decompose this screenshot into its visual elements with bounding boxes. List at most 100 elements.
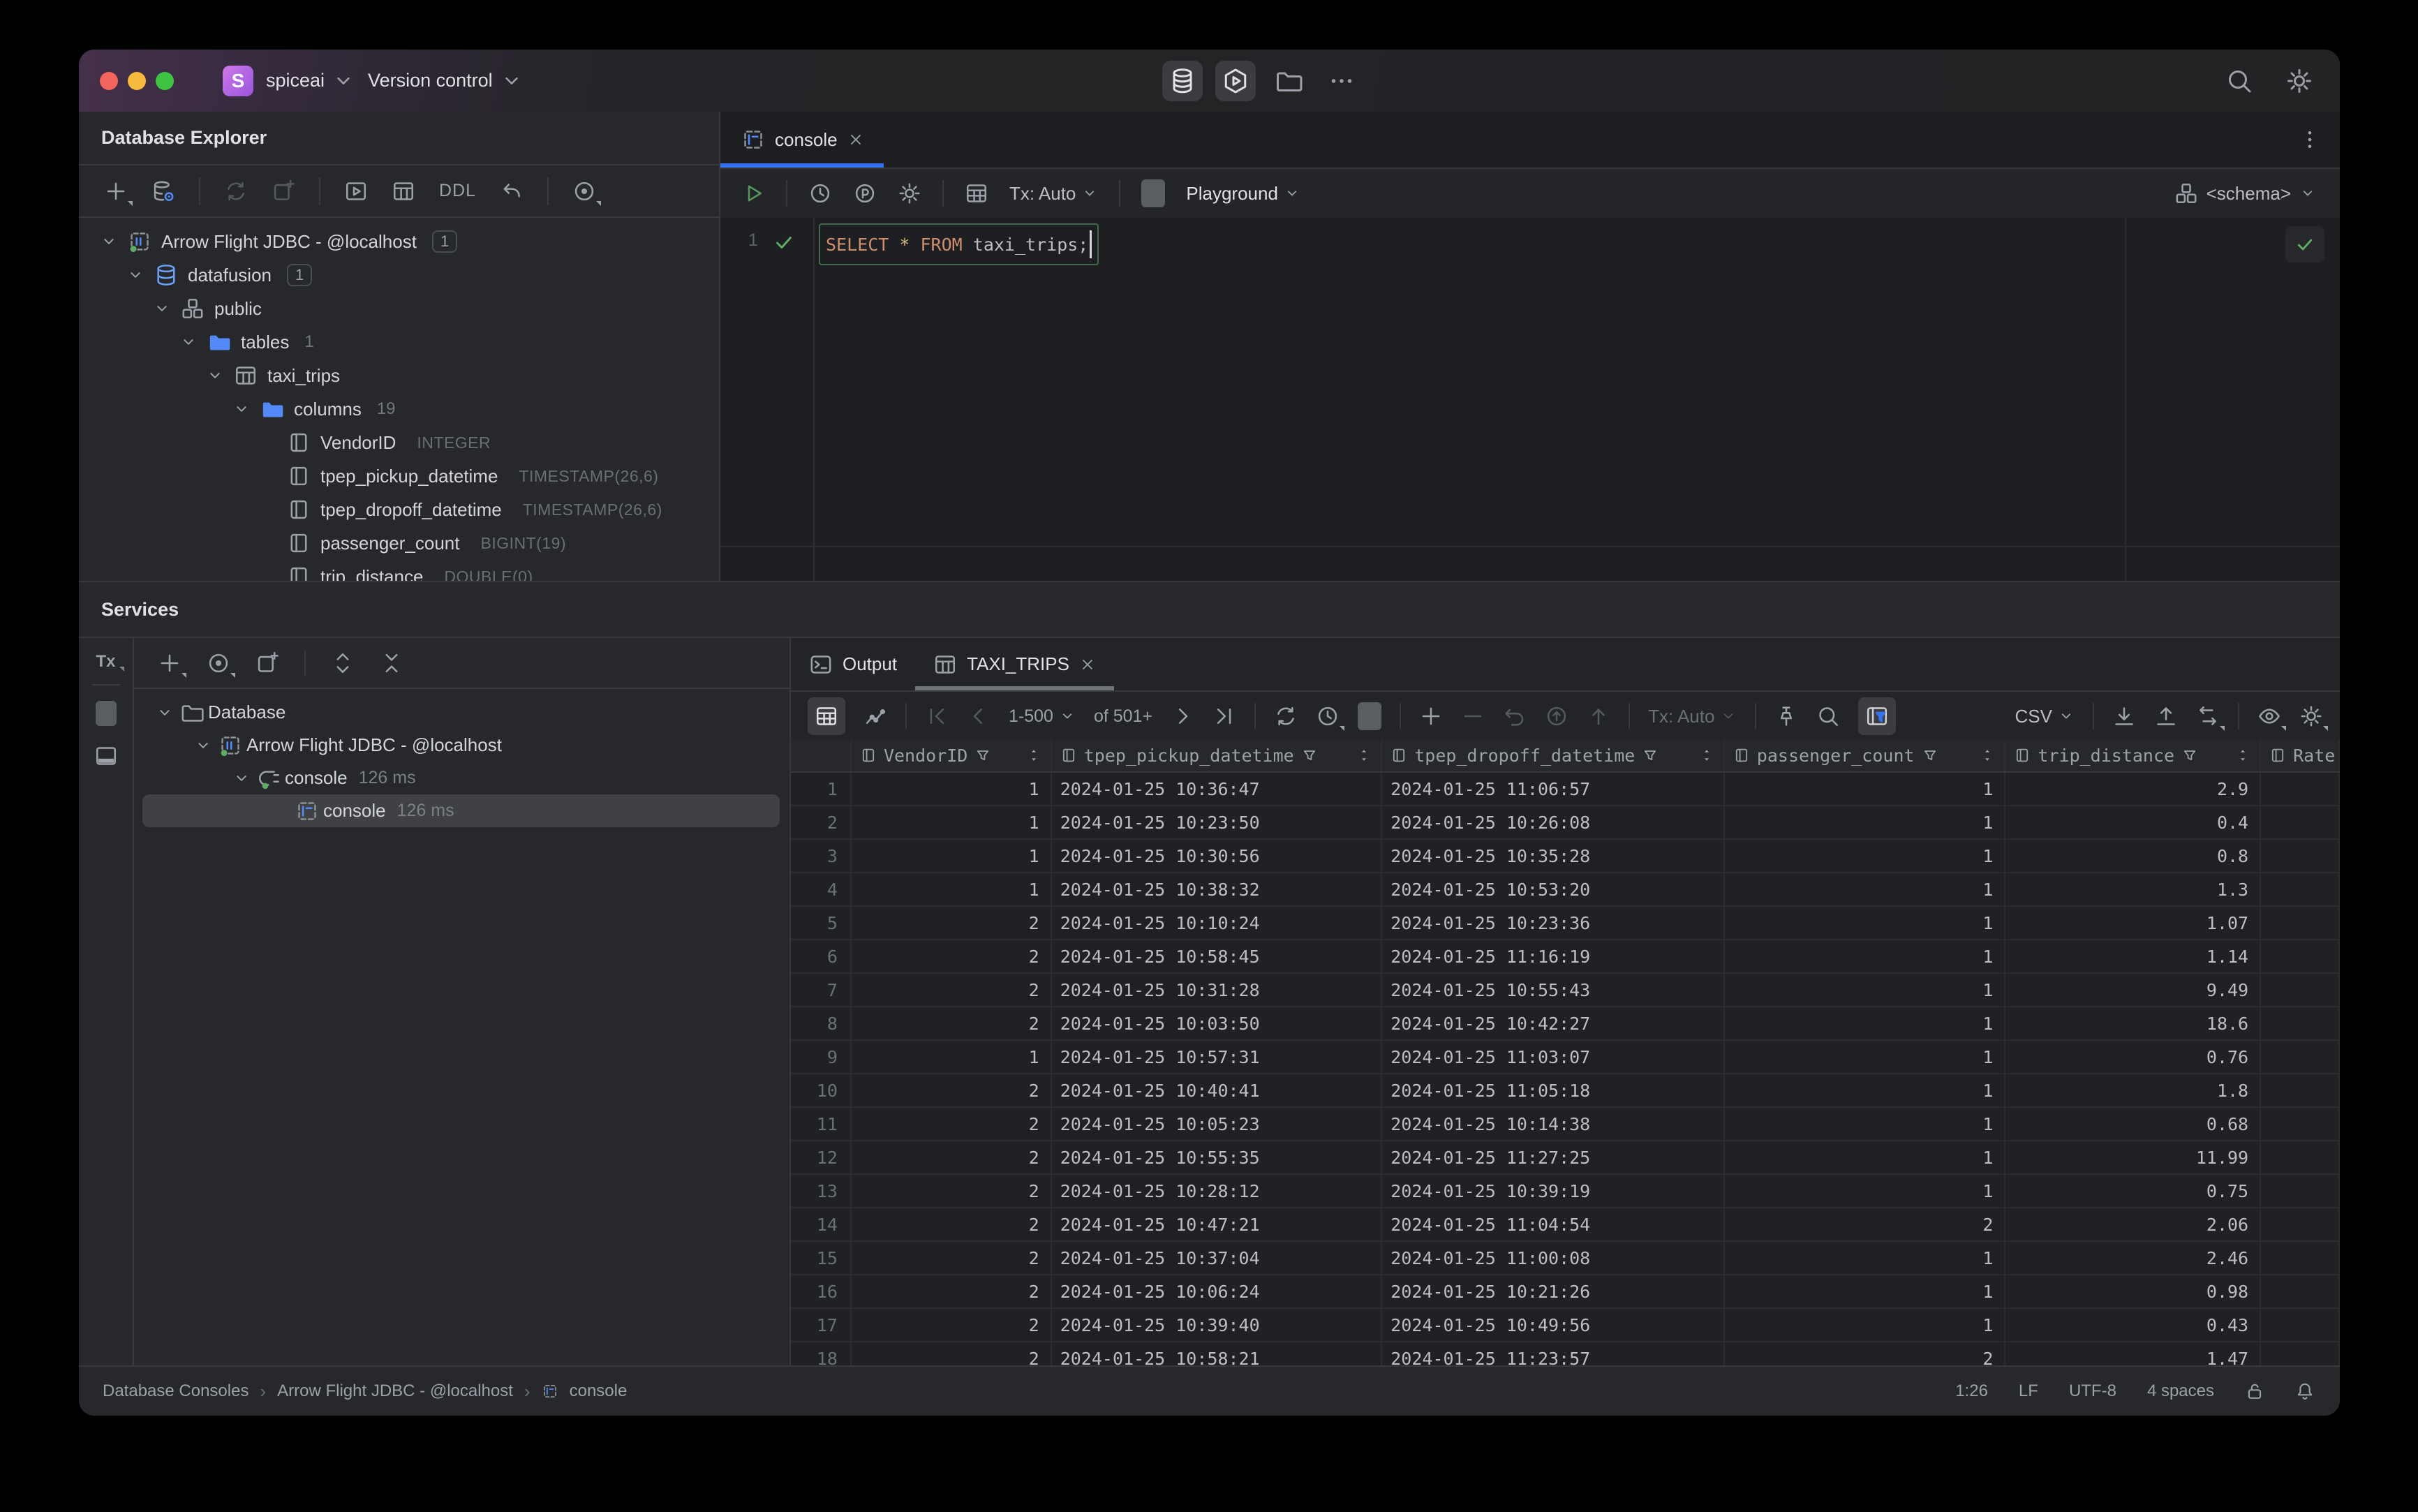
tx-strip-button[interactable]: Tx	[96, 652, 124, 672]
table-cell[interactable]: 0.76	[2005, 1041, 2262, 1073]
table-cell[interactable]: 2024-01-25 10:53:20	[1382, 873, 1725, 905]
filter-funnel-icon[interactable]	[1922, 747, 1938, 764]
line-ending[interactable]: LF	[2019, 1381, 2038, 1401]
more-actions-button[interactable]	[1321, 61, 1362, 101]
explorer-tree-item-tpep-pickup-datetime[interactable]: tpep_pickup_datetime TIMESTAMP(26,6)	[79, 459, 719, 493]
table-cell[interactable]: 1	[1725, 840, 2006, 872]
table-cell[interactable]: 1	[1725, 1175, 2006, 1207]
services-tree-item-arrow-flight-jdbc-localhost[interactable]: Arrow Flight JDBC - @localhost	[142, 729, 780, 762]
table-cell[interactable]	[2261, 1342, 2340, 1368]
table-cell[interactable]: 2	[852, 907, 1052, 939]
table-cell[interactable]	[2261, 840, 2340, 872]
caret-position[interactable]: 1:26	[1955, 1381, 1988, 1401]
vcs-menu[interactable]: Version control	[368, 69, 524, 93]
close-icon[interactable]	[1079, 656, 1096, 673]
inspection-status-widget[interactable]	[2285, 226, 2324, 262]
table-cell[interactable]: 0.4	[2005, 806, 2262, 838]
table-cell[interactable]: 2024-01-25 10:37:04	[1052, 1242, 1383, 1274]
row-number-cell[interactable]: 2	[791, 806, 852, 838]
pin-tab-button[interactable]	[1774, 704, 1798, 728]
table-cell[interactable]: 2024-01-25 10:49:56	[1382, 1309, 1725, 1341]
first-page-button[interactable]	[925, 704, 949, 728]
table-cell[interactable]: 1	[1725, 1242, 2006, 1274]
page-range-dropdown[interactable]: 1-500	[1009, 706, 1076, 727]
filter-funnel-icon[interactable]	[2181, 747, 2198, 764]
table-cell[interactable]: 1	[1725, 806, 2006, 838]
table-cell[interactable]: 1	[852, 773, 1052, 805]
table-cell[interactable]: 1	[852, 1041, 1052, 1073]
table-cell[interactable]: 2024-01-25 10:23:50	[1052, 806, 1383, 838]
sort-icon[interactable]	[1025, 747, 1042, 764]
table-cell[interactable]	[2261, 1007, 2340, 1039]
sql-editor[interactable]: 1 SELECT * FROM taxi_trips ;	[720, 218, 2340, 581]
table-cell[interactable]: 1	[852, 873, 1052, 905]
table-cell[interactable]	[2261, 773, 2340, 805]
table-cell[interactable]: 2	[852, 1074, 1052, 1106]
export-format-dropdown[interactable]: CSV	[2015, 706, 2075, 727]
jump-to-console-button[interactable]	[272, 179, 295, 203]
table-cell[interactable]: 2024-01-25 10:23:36	[1382, 907, 1725, 939]
table-cell[interactable]: 2.06	[2005, 1208, 2262, 1240]
chart-view-button[interactable]	[863, 704, 887, 728]
row-number-cell[interactable]: 15	[791, 1242, 852, 1274]
explorer-tree-item-trip-distance[interactable]: trip_distance DOUBLE(0)	[79, 560, 719, 581]
explorer-tree-item-vendorid[interactable]: VendorID INTEGER	[79, 426, 719, 459]
table-cell[interactable]: 2	[852, 1309, 1052, 1341]
table-cell[interactable]: 0.98	[2005, 1275, 2262, 1307]
table-cell[interactable]: 1	[1725, 773, 2006, 805]
row-number-cell[interactable]: 1	[791, 773, 852, 805]
explorer-tree-item-tables[interactable]: tables 1	[79, 325, 719, 359]
new-datasource-button[interactable]	[104, 179, 133, 206]
table-cell[interactable]	[2261, 974, 2340, 1006]
table-cell[interactable]: 2024-01-25 10:21:26	[1382, 1275, 1725, 1307]
table-cell[interactable]: 2	[1725, 1208, 2006, 1240]
table-cell[interactable]: 2	[852, 974, 1052, 1006]
table-cell[interactable]: 2024-01-25 10:28:12	[1052, 1175, 1383, 1207]
file-encoding[interactable]: UTF-8	[2069, 1381, 2116, 1401]
table-cell[interactable]	[2261, 806, 2340, 838]
playground-dropdown[interactable]: Playground	[1186, 183, 1300, 205]
chevron-down-icon[interactable]	[202, 366, 228, 385]
chevron-down-icon[interactable]	[96, 232, 122, 251]
breadcrumb-item[interactable]: console	[570, 1381, 628, 1401]
column-header-tpep-dropoff-datetime[interactable]: tpep_dropoff_datetime	[1382, 739, 1725, 771]
filter-panel-button[interactable]	[1858, 697, 1897, 735]
add-service-button[interactable]	[158, 651, 186, 678]
row-number-cell[interactable]: 18	[791, 1342, 852, 1368]
table-cell[interactable]: 2024-01-25 10:42:27	[1382, 1007, 1725, 1039]
table-cell[interactable]: 2024-01-25 11:16:19	[1382, 940, 1725, 972]
services-tree-item-database[interactable]: Database	[142, 696, 780, 729]
table-cell[interactable]: 2024-01-25 10:26:08	[1382, 806, 1725, 838]
service-view-options-button[interactable]	[207, 651, 235, 678]
table-cell[interactable]: 0.8	[2005, 840, 2262, 872]
next-page-button[interactable]	[1171, 704, 1194, 728]
export-download-button[interactable]	[2112, 704, 2136, 728]
row-number-cell[interactable]: 12	[791, 1141, 852, 1173]
table-cell[interactable]	[2261, 1074, 2340, 1106]
explorer-tree-item-tpep-dropoff-datetime[interactable]: tpep_dropoff_datetime TIMESTAMP(26,6)	[79, 493, 719, 526]
table-cell[interactable]: 1.14	[2005, 940, 2262, 972]
table-cell[interactable]: 2	[852, 1342, 1052, 1368]
add-row-button[interactable]	[1419, 704, 1443, 728]
tab-console[interactable]: console	[720, 112, 884, 168]
column-header-trip-distance[interactable]: trip_distance	[2005, 739, 2262, 771]
table-cell[interactable]: 1	[1725, 1141, 2006, 1173]
table-cell[interactable]	[2261, 1242, 2340, 1274]
data-view-options-button[interactable]	[2257, 704, 2286, 731]
table-cell[interactable]: 2024-01-25 11:27:25	[1382, 1141, 1725, 1173]
table-cell[interactable]: 2024-01-25 10:03:50	[1052, 1007, 1383, 1039]
notifications-bell-icon[interactable]	[2295, 1381, 2315, 1401]
parameters-button[interactable]	[853, 181, 877, 205]
table-cell[interactable]	[2261, 1108, 2340, 1140]
indent-setting[interactable]: 4 spaces	[2147, 1381, 2214, 1401]
table-cell[interactable]: 2024-01-25 10:06:24	[1052, 1275, 1383, 1307]
chevron-down-icon[interactable]	[122, 266, 149, 284]
table-cell[interactable]: 2.9	[2005, 773, 2262, 805]
minimize-window-button[interactable]	[128, 71, 146, 90]
chevron-down-icon[interactable]	[188, 736, 218, 755]
table-cell[interactable]	[2261, 1309, 2340, 1341]
view-as-table-button[interactable]	[965, 181, 988, 205]
previous-page-button[interactable]	[967, 704, 991, 728]
row-number-cell[interactable]: 16	[791, 1275, 852, 1307]
row-number-cell[interactable]: 13	[791, 1175, 852, 1207]
